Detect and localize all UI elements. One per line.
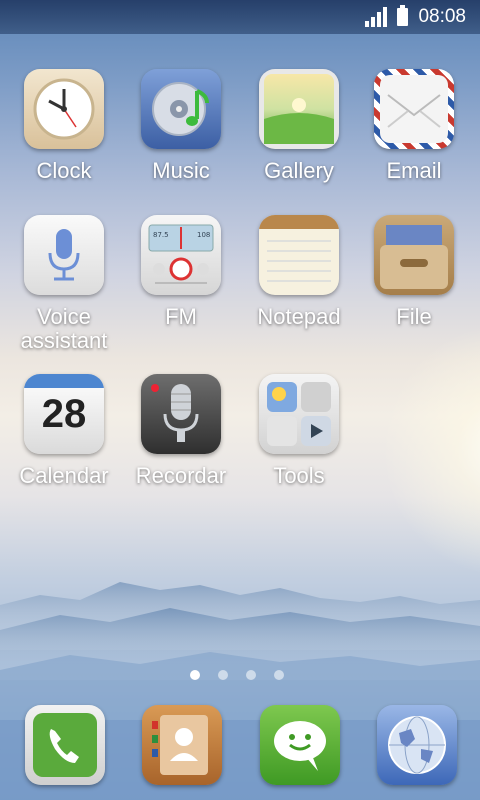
app-label: Music	[152, 158, 210, 183]
page-dot[interactable]	[218, 670, 228, 680]
contacts-icon	[152, 715, 208, 775]
tools-icon	[259, 374, 339, 454]
recorder-icon	[141, 374, 221, 454]
app-recordar[interactable]: Recordar	[122, 374, 240, 488]
app-calendar[interactable]: 28 Calendar	[5, 374, 123, 488]
browser-globe-icon	[388, 716, 446, 774]
dock-messaging[interactable]	[260, 705, 340, 785]
app-gallery[interactable]: Gallery	[240, 69, 358, 183]
app-label: FM	[165, 304, 197, 329]
app-label: Clock	[36, 158, 92, 183]
gallery-icon	[259, 69, 339, 149]
app-tools[interactable]: Tools	[240, 374, 358, 488]
app-fm[interactable]: 87.5 108 FM	[122, 215, 240, 329]
wallpaper-sun-glow	[360, 300, 480, 600]
clock-icon	[24, 69, 104, 149]
status-bar: 08:08	[0, 0, 480, 34]
app-label: Tools	[273, 463, 325, 488]
app-voice-assistant[interactable]: Voice assistant	[5, 215, 123, 353]
app-email[interactable]: Email	[355, 69, 473, 183]
fm-dial-high: 108	[197, 231, 210, 239]
phone-icon	[33, 713, 97, 777]
notepad-icon	[259, 215, 339, 295]
app-label: Voice assistant	[20, 304, 108, 353]
radio-icon: 87.5 108	[141, 215, 221, 295]
dock-browser[interactable]	[377, 705, 457, 785]
messaging-icon	[274, 721, 326, 771]
app-label: Gallery	[264, 158, 334, 183]
battery-icon	[397, 5, 409, 26]
app-label: Notepad	[257, 304, 341, 329]
home-screen: 08:08 Clock Music Gallery Email Voice as…	[0, 0, 480, 800]
signal-strength-icon	[365, 7, 388, 27]
app-clock[interactable]: Clock	[5, 69, 123, 183]
app-label: Recordar	[135, 463, 227, 488]
page-indicator[interactable]	[190, 670, 284, 680]
email-icon	[374, 69, 454, 149]
calendar-icon: 28	[24, 374, 104, 454]
page-dot[interactable]	[246, 670, 256, 680]
dock-contacts[interactable]	[142, 705, 222, 785]
fm-dial-low: 87.5	[153, 231, 169, 239]
dock-phone[interactable]	[25, 705, 105, 785]
folder-icon	[374, 215, 454, 295]
app-music[interactable]: Music	[122, 69, 240, 183]
app-label: Calendar	[19, 463, 109, 488]
app-notepad[interactable]: Notepad	[240, 215, 358, 329]
microphone-icon	[24, 215, 104, 295]
app-label: File	[396, 304, 432, 329]
page-dot[interactable]	[274, 670, 284, 680]
app-label: Email	[386, 158, 442, 183]
music-icon	[141, 69, 221, 149]
page-dot[interactable]	[190, 670, 200, 680]
calendar-day: 28	[41, 392, 87, 436]
app-file[interactable]: File	[355, 215, 473, 329]
status-time: 08:08	[418, 6, 466, 27]
